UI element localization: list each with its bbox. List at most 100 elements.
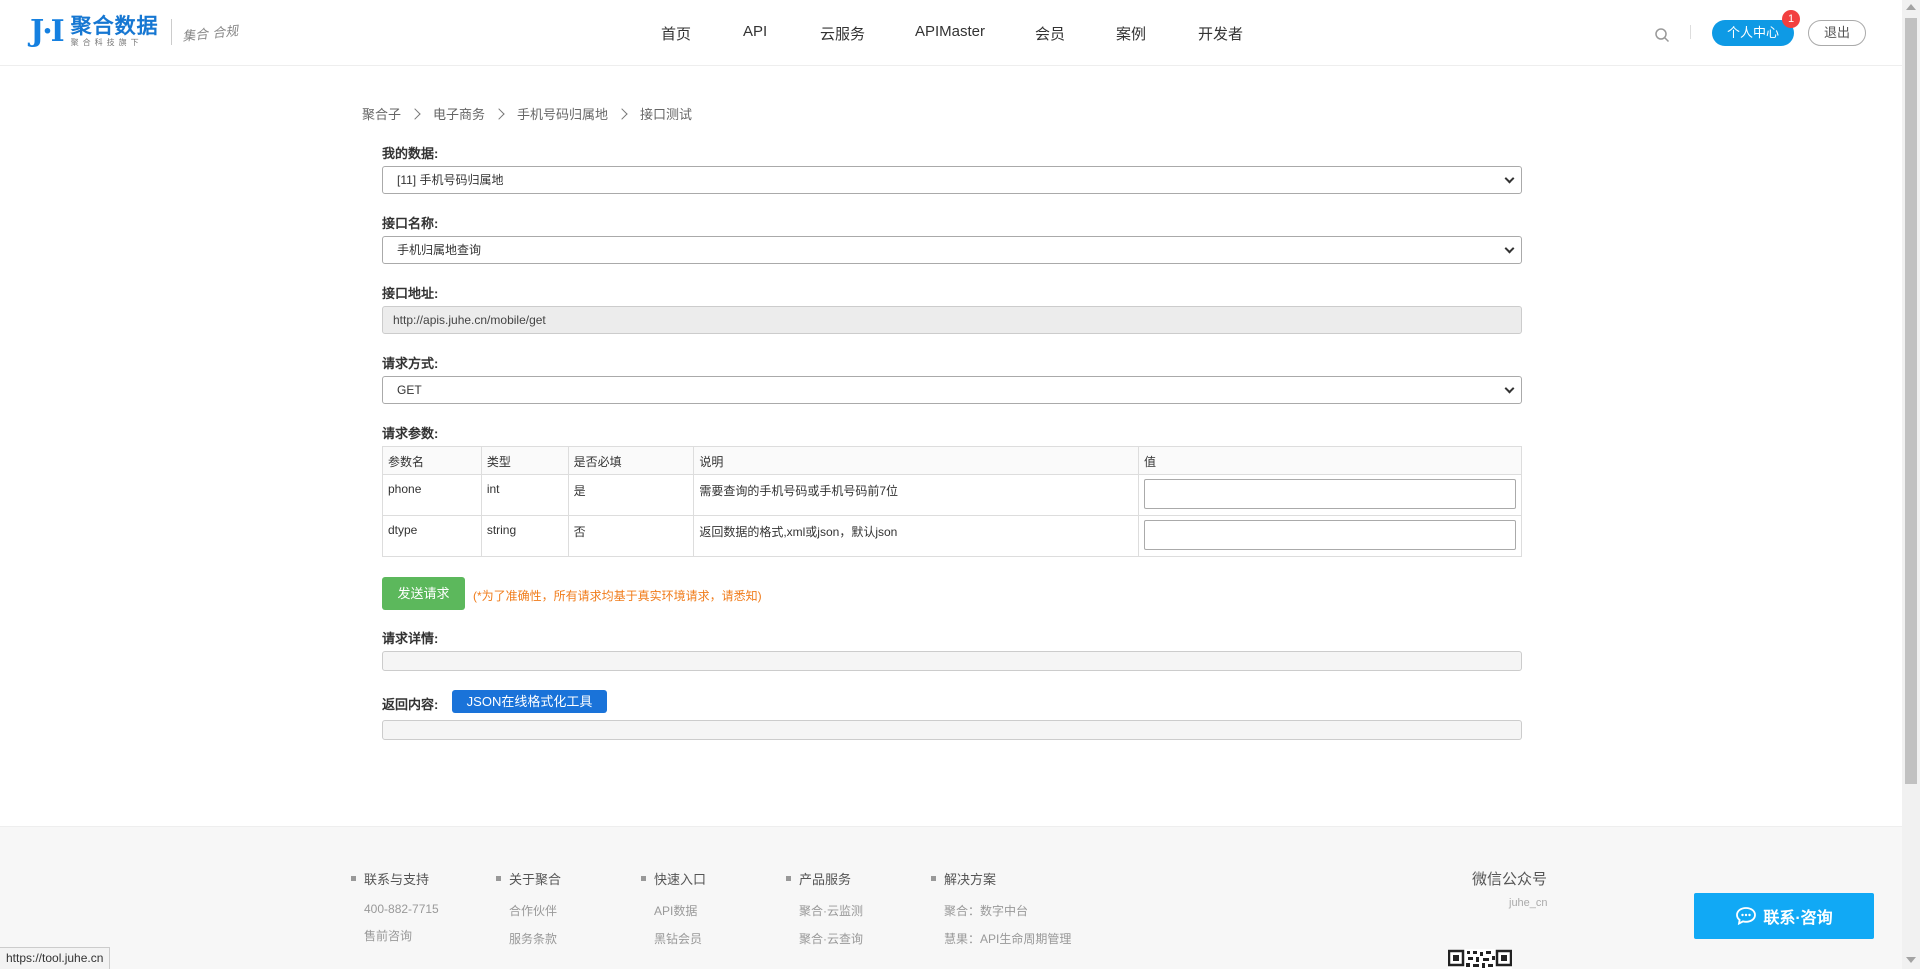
footer-heading-text: 产品服务: [799, 872, 852, 887]
api-name-value: 手机归属地查询: [397, 243, 482, 257]
send-note: (*为了准确性，所有请求均基于真实环境请求，请悉知): [473, 589, 762, 603]
footer-link[interactable]: 慧果：API生命周期管理: [931, 930, 1071, 947]
send-request-button[interactable]: 发送请求: [382, 577, 465, 610]
nav-cases[interactable]: 案例: [1116, 23, 1146, 44]
footer-link[interactable]: 聚合：数字中台: [931, 902, 1071, 919]
my-data-label: 我的数据:: [382, 146, 439, 161]
nav-apimaster[interactable]: APIMaster: [915, 23, 985, 40]
scroll-up-arrow-icon[interactable]: [1906, 4, 1916, 10]
site-footer: 联系与支持 400-882-7715 售前咨询 关于聚合 合作伙伴 服务条款 快…: [0, 826, 1902, 969]
footer-link[interactable]: 聚合·云查询: [786, 930, 863, 947]
api-name-select[interactable]: 手机归属地查询: [382, 236, 1522, 264]
my-data-value: [11] 手机号码归属地: [397, 173, 504, 187]
page-scrollbar[interactable]: [1902, 0, 1920, 969]
chevron-down-icon: [1504, 383, 1515, 394]
param-type: string: [480, 515, 569, 557]
footer-link[interactable]: 服务条款: [496, 930, 561, 947]
phone-value-input[interactable]: [1144, 479, 1516, 509]
header-divider: [1690, 25, 1691, 39]
param-value-cell: [1138, 474, 1522, 516]
user-center-button[interactable]: 个人中心: [1712, 20, 1794, 46]
method-value: GET: [397, 383, 422, 397]
table-row: dtype string 否 返回数据的格式,xml或json，默认json: [382, 515, 1522, 557]
notification-badge[interactable]: 1: [1782, 10, 1800, 28]
qr-code-icon: [1448, 949, 1512, 969]
footer-col-products: 产品服务 聚合·云监测 聚合·云查询: [786, 869, 863, 947]
param-value-cell: [1138, 515, 1522, 557]
chevron-down-icon: [1504, 173, 1515, 184]
param-name: dtype: [382, 515, 482, 557]
consult-label: 联系·咨询: [1763, 910, 1833, 927]
param-required: 否: [567, 515, 695, 557]
param-name: phone: [382, 474, 482, 516]
square-bullet-icon: [931, 876, 936, 881]
footer-link[interactable]: 售前咨询: [351, 927, 439, 944]
logout-button[interactable]: 退出: [1808, 20, 1866, 46]
response-label: 返回内容:: [382, 697, 439, 712]
footer-col-about: 关于聚合 合作伙伴 服务条款: [496, 869, 561, 947]
method-select[interactable]: GET: [382, 376, 1522, 404]
consult-button[interactable]: 联系·咨询: [1694, 893, 1874, 939]
dtype-value-input[interactable]: [1144, 520, 1516, 550]
breadcrumb-item[interactable]: 电子商务: [433, 104, 485, 123]
breadcrumb: 聚合子 电子商务 手机号码归属地 接口测试: [362, 104, 692, 123]
col-type: 类型: [480, 446, 569, 475]
footer-heading-text: 关于聚合: [509, 872, 562, 887]
params-table: 参数名 类型 是否必填 说明 值 phone int 是 需要查询的手机号码或手…: [382, 446, 1522, 557]
param-required: 是: [567, 474, 695, 516]
request-detail-box[interactable]: [382, 651, 1522, 671]
col-param-name: 参数名: [382, 446, 482, 475]
nav-home[interactable]: 首页: [661, 23, 691, 44]
col-value: 值: [1138, 446, 1522, 475]
request-detail-label: 请求详情:: [382, 631, 439, 646]
wechat-id: juhe_cn: [1509, 897, 1548, 909]
footer-link[interactable]: API数据: [641, 902, 706, 919]
my-data-select[interactable]: [11] 手机号码归属地: [382, 166, 1522, 194]
footer-heading-text: 联系与支持: [364, 872, 430, 887]
params-header-row: 参数名 类型 是否必填 说明 值: [382, 446, 1522, 475]
param-type: int: [480, 474, 569, 516]
nav-api[interactable]: API: [743, 23, 767, 40]
footer-link[interactable]: 400-882-7715: [351, 902, 439, 916]
api-name-label: 接口名称:: [382, 216, 439, 231]
scroll-down-arrow-icon[interactable]: [1906, 957, 1916, 963]
footer-heading: 联系与支持: [351, 869, 439, 888]
api-url-field: http://apis.juhe.cn/mobile/get: [382, 306, 1522, 334]
param-description: 返回数据的格式,xml或json，默认json: [693, 515, 1139, 557]
col-description: 说明: [693, 446, 1139, 475]
footer-heading-text: 快速入口: [654, 872, 707, 887]
square-bullet-icon: [641, 876, 646, 881]
footer-link[interactable]: 合作伙伴: [496, 902, 561, 919]
footer-heading: 产品服务: [786, 869, 863, 888]
nav-member[interactable]: 会员: [1035, 23, 1065, 44]
square-bullet-icon: [786, 876, 791, 881]
breadcrumb-item[interactable]: 聚合子: [362, 104, 401, 123]
search-icon[interactable]: [1654, 27, 1670, 43]
breadcrumb-item[interactable]: 手机号码归属地: [517, 104, 608, 123]
main-nav: 首页 API 云服务 APIMaster 会员 案例 开发者: [0, 0, 1902, 66]
footer-link[interactable]: 聚合·云监测: [786, 902, 863, 919]
param-description: 需要查询的手机号码或手机号码前7位: [693, 474, 1139, 516]
json-format-tool-button[interactable]: JSON在线格式化工具: [452, 690, 607, 713]
wechat-title: 微信公众号: [1472, 871, 1548, 888]
footer-col-solutions: 解决方案 聚合：数字中台 慧果：API生命周期管理: [931, 869, 1071, 947]
footer-col-quick: 快速入口 API数据 黑钻会员: [641, 869, 706, 947]
footer-heading-text: 解决方案: [944, 872, 997, 887]
nav-cloud-service[interactable]: 云服务: [820, 23, 865, 44]
nav-developer[interactable]: 开发者: [1198, 23, 1243, 44]
square-bullet-icon: [351, 876, 356, 881]
top-header: J·I 聚合数据 聚合科技旗下 集合 合规 首页 API 云服务 APIMast…: [0, 0, 1902, 66]
scrollbar-thumb[interactable]: [1905, 18, 1917, 784]
footer-heading: 快速入口: [641, 869, 706, 888]
chevron-right-icon: [493, 107, 505, 120]
status-bar-url: https://tool.juhe.cn: [0, 947, 111, 969]
footer-heading: 解决方案: [931, 869, 1071, 888]
footer-heading: 关于聚合: [496, 869, 561, 888]
method-label: 请求方式:: [382, 356, 439, 371]
params-label: 请求参数:: [382, 426, 439, 441]
footer-link[interactable]: 黑钻会员: [641, 930, 706, 947]
chevron-down-icon: [1504, 243, 1515, 254]
response-box[interactable]: [382, 720, 1522, 740]
footer-col-support: 联系与支持 400-882-7715 售前咨询: [351, 869, 439, 944]
chevron-right-icon: [409, 107, 421, 120]
